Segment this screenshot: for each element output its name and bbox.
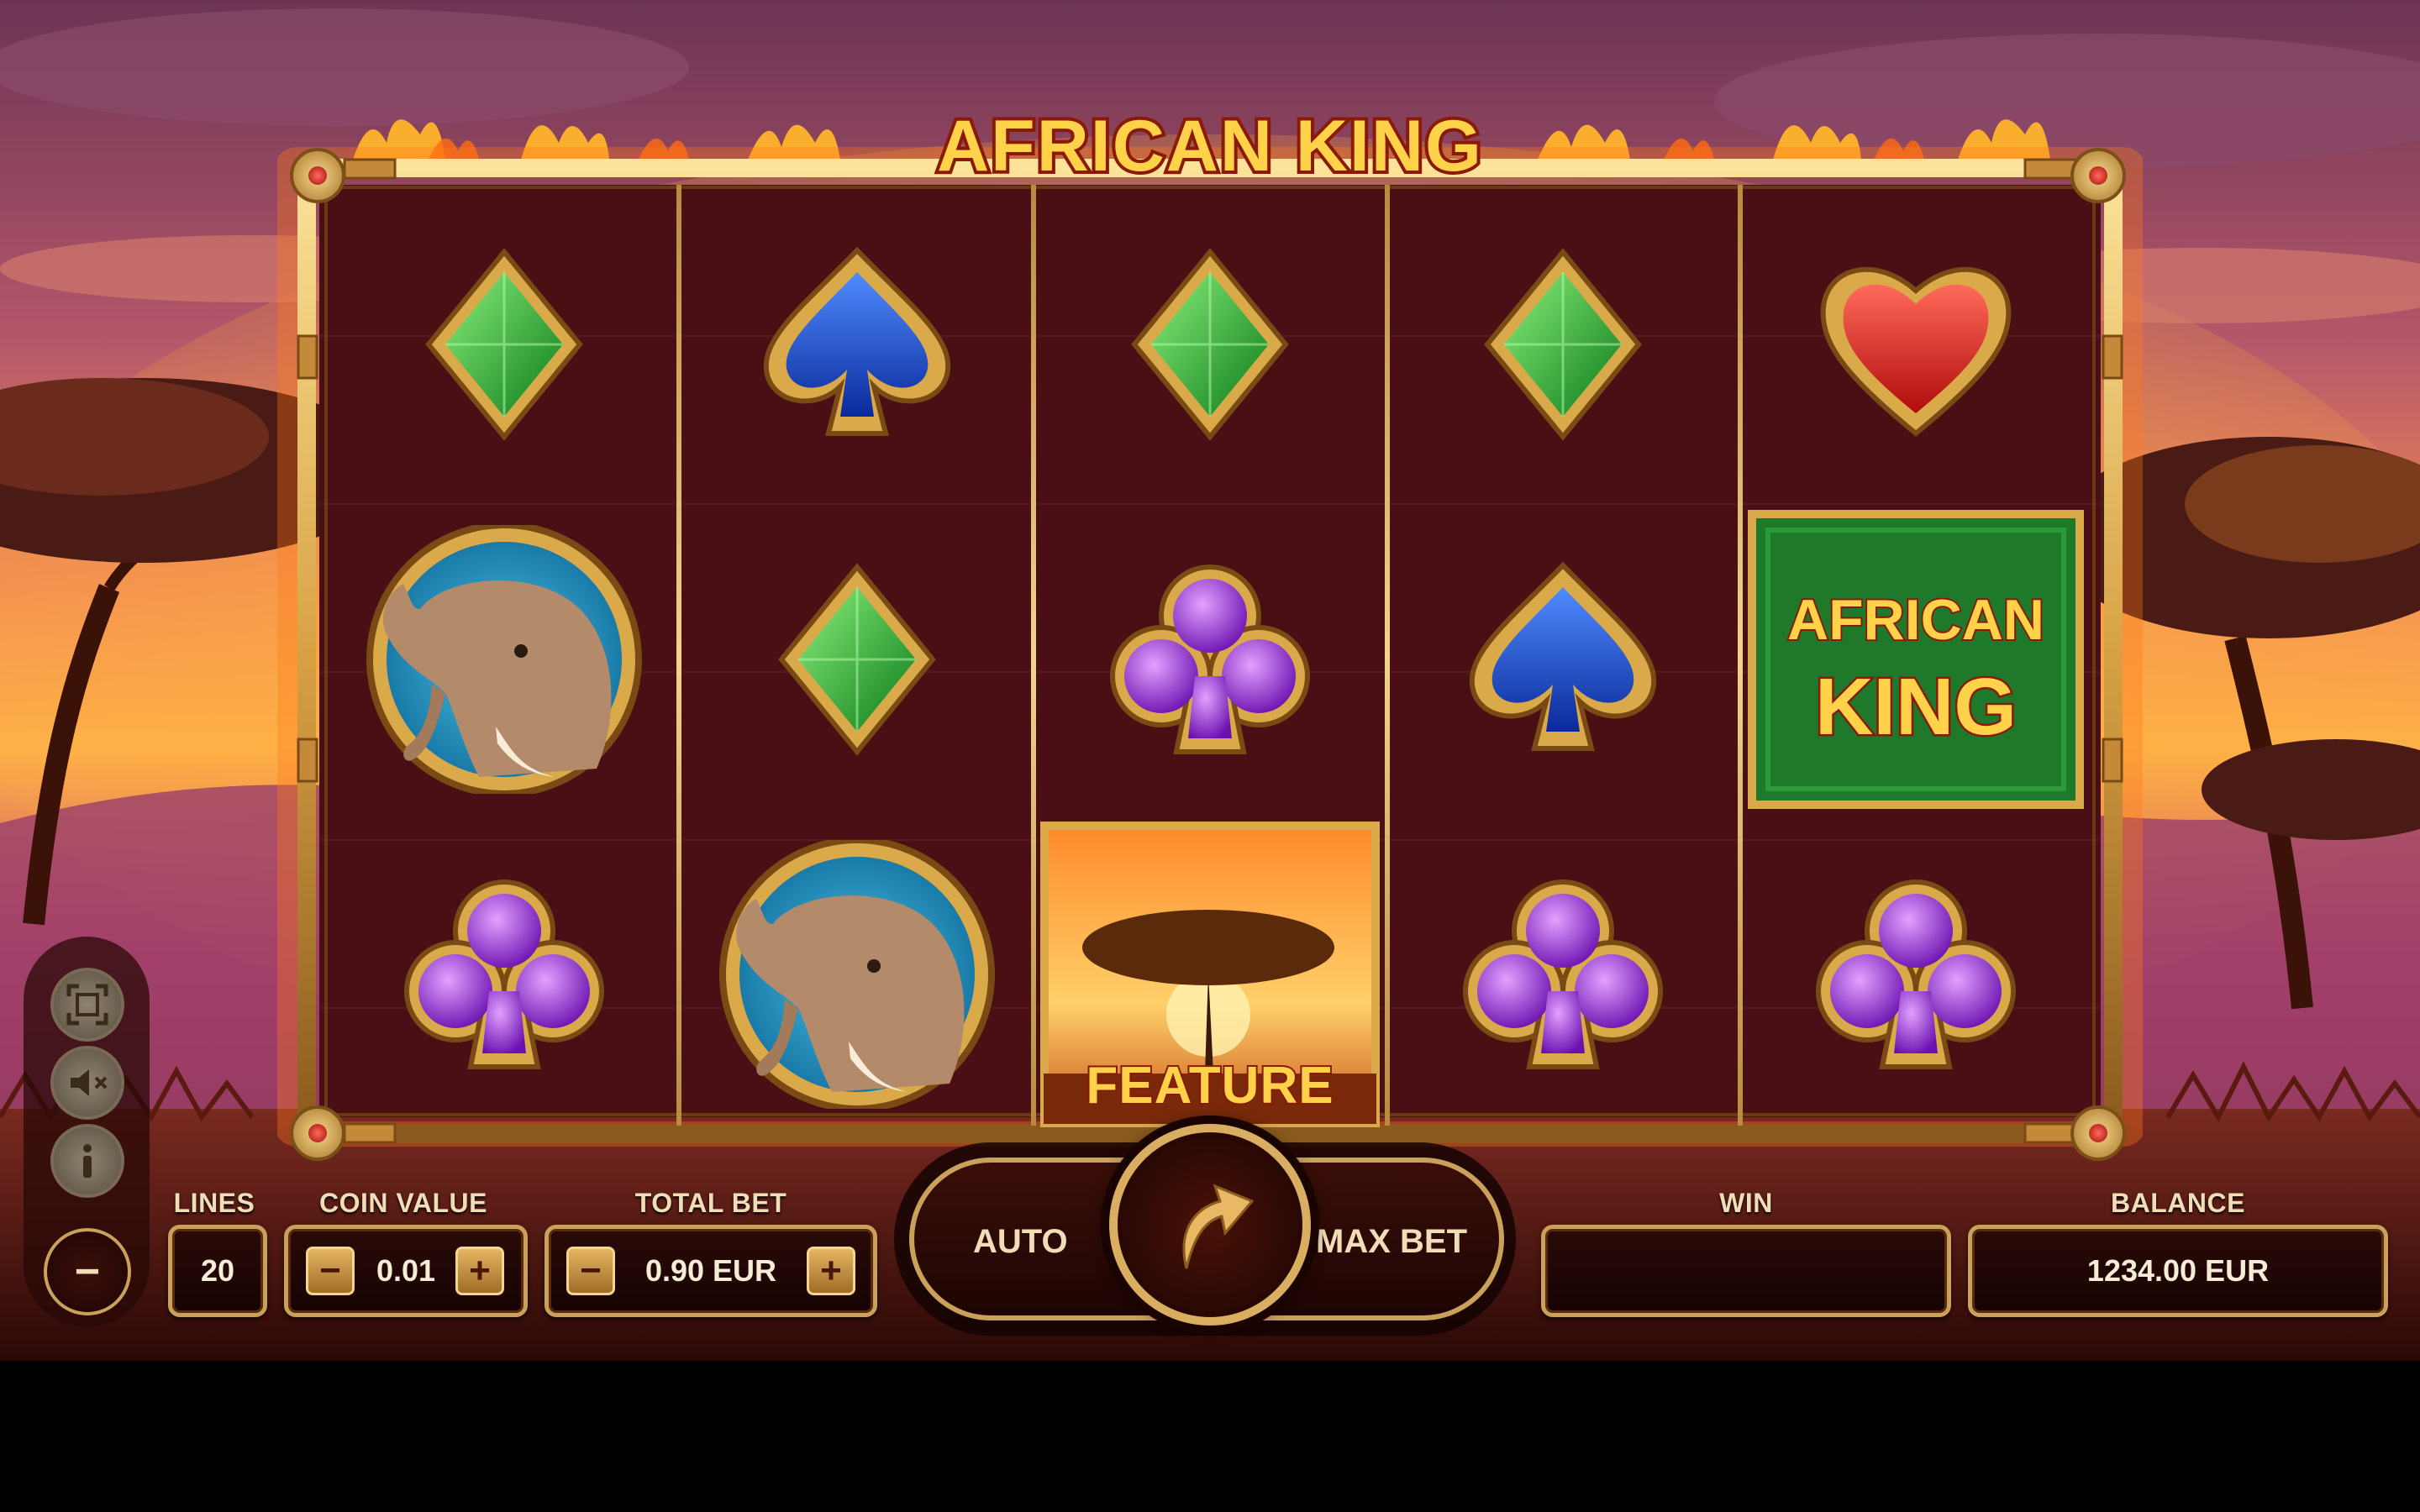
purple-club-icon xyxy=(1816,879,2016,1069)
balance-label: BALANCE xyxy=(2111,1188,2245,1218)
total-bet-text: 0.90 EUR xyxy=(644,1253,777,1288)
red-heart-icon xyxy=(1820,266,2012,437)
spin-button[interactable] xyxy=(1109,1124,1311,1326)
total-bet-increase-button[interactable]: + xyxy=(807,1247,855,1295)
frame-corner-gem xyxy=(2070,1105,2126,1161)
frame-corner-gem xyxy=(290,1105,345,1161)
coin-value-decrease-button[interactable]: − xyxy=(306,1247,355,1295)
balance-display: 1234.00 EUR xyxy=(1968,1225,2388,1317)
purple-club-symbol xyxy=(1109,559,1311,760)
reel-separator xyxy=(1385,185,1390,1126)
total-bet-decrease-button[interactable]: − xyxy=(566,1247,615,1295)
fullscreen-button[interactable] xyxy=(50,968,124,1042)
frame-corner-gem xyxy=(290,148,345,203)
green-diamond-symbol xyxy=(1462,244,1664,445)
mute-button[interactable] xyxy=(50,1046,124,1120)
feature-tree-symbol: FEATURE xyxy=(1039,820,1381,1129)
purple-club-symbol xyxy=(403,874,605,1075)
letterbox-bar xyxy=(0,1361,2420,1512)
win-label: WIN xyxy=(1719,1188,1773,1218)
elephant-symbol xyxy=(706,837,1008,1112)
green-diamond-icon xyxy=(425,248,583,441)
win-display xyxy=(1541,1225,1951,1317)
reel-separator xyxy=(676,185,681,1126)
spin-arrow-icon xyxy=(1182,1184,1255,1269)
minimize-menu-button[interactable]: − xyxy=(44,1228,131,1315)
african-king-logo-symbol: AFRICAN KING xyxy=(1746,508,2086,811)
purple-club-icon xyxy=(404,879,604,1069)
auto-label: AUTO xyxy=(973,1223,1068,1260)
game-title-logo: AFRICAN KING xyxy=(934,102,1485,189)
purple-club-icon xyxy=(1463,879,1663,1069)
lines-display: 20 xyxy=(168,1225,267,1317)
svg-text:AFRICAN KING: AFRICAN KING xyxy=(937,106,1483,186)
purple-club-symbol xyxy=(1815,874,2017,1075)
fullscreen-icon xyxy=(66,984,108,1026)
coin-value-label: COIN VALUE xyxy=(319,1188,487,1218)
blue-spade-icon xyxy=(763,246,951,436)
purple-club-icon xyxy=(1110,564,1310,754)
blue-spade-symbol xyxy=(1462,559,1664,760)
green-diamond-symbol xyxy=(756,559,958,760)
coin-value-text: 0.01 xyxy=(376,1253,436,1288)
info-button[interactable] xyxy=(50,1124,124,1198)
red-heart-symbol xyxy=(1815,244,2017,445)
frame-corner-gem xyxy=(2070,148,2126,203)
blue-spade-symbol xyxy=(756,244,958,445)
blue-spade-icon xyxy=(1469,561,1657,751)
green-diamond-icon xyxy=(1484,248,1642,441)
green-diamond-symbol xyxy=(1109,244,1311,445)
african-king-logo-icon xyxy=(1746,508,2086,811)
mute-icon xyxy=(71,1069,108,1096)
minimize-icon: − xyxy=(74,1247,101,1296)
elephant-icon xyxy=(366,522,642,797)
reel-separator xyxy=(1031,185,1036,1126)
logo-symbol-line1: AFRICAN xyxy=(1786,586,2046,654)
feature-label: FEATURE xyxy=(1084,1055,1334,1116)
slot-game-screen: AFRICAN KING FEATURE AFRICAN KING − LINE… xyxy=(0,0,2420,1512)
lines-label: LINES xyxy=(173,1188,255,1218)
max-bet-label: MAX BET xyxy=(1316,1223,1467,1260)
reel-separator xyxy=(1738,185,1743,1126)
green-diamond-icon xyxy=(778,563,936,756)
green-diamond-icon xyxy=(1131,248,1289,441)
logo-symbol-line2: KING xyxy=(1813,660,2019,754)
green-diamond-symbol xyxy=(403,244,605,445)
coin-value-increase-button[interactable]: + xyxy=(455,1247,504,1295)
elephant-icon xyxy=(719,837,995,1112)
info-icon xyxy=(83,1144,92,1178)
purple-club-symbol xyxy=(1462,874,1664,1075)
elephant-symbol xyxy=(353,522,655,797)
total-bet-label: TOTAL BET xyxy=(634,1188,787,1218)
